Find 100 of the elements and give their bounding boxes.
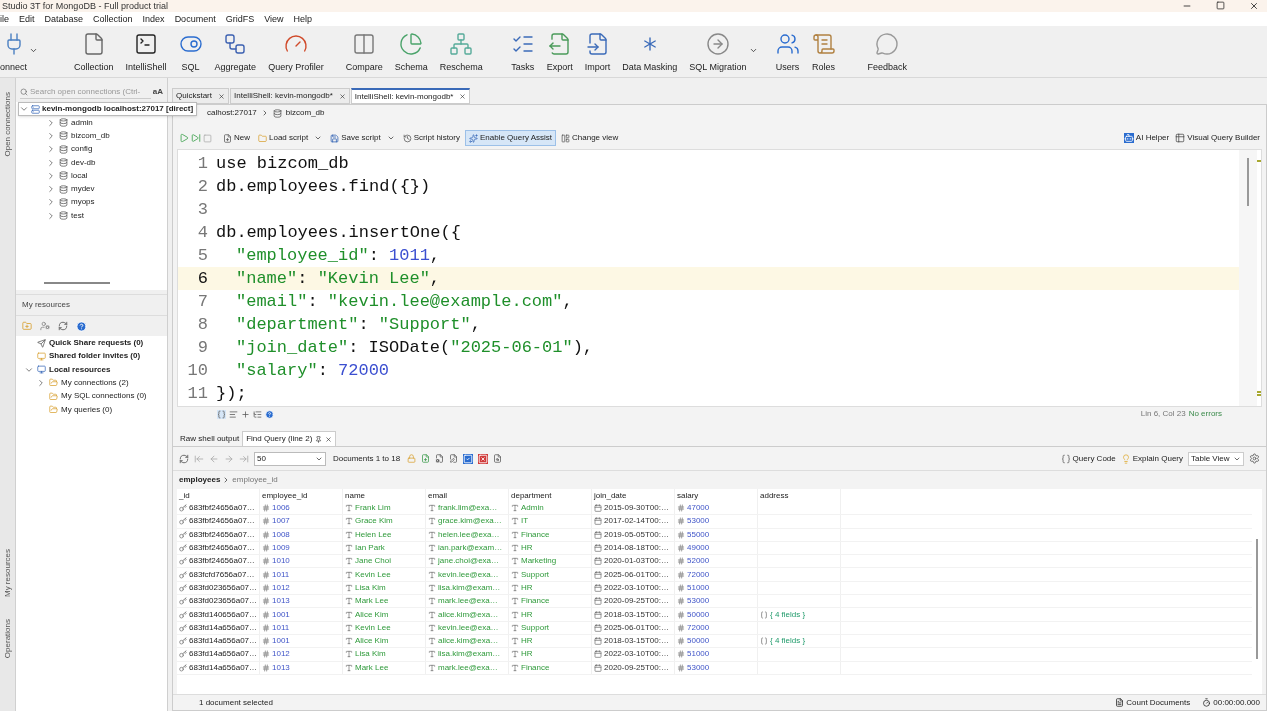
help-icon[interactable]: [76, 320, 87, 332]
chevron-right-icon[interactable]: [46, 117, 56, 128]
chevron-right-icon[interactable]: [46, 157, 56, 168]
tree-icon[interactable]: [253, 409, 262, 419]
resource-item[interactable]: Shared folder invites (0): [49, 350, 141, 363]
tree-item[interactable]: admin: [71, 116, 93, 129]
query-code-button[interactable]: Query Code: [1060, 452, 1116, 465]
menu-item[interactable]: View: [264, 13, 284, 25]
tree-item[interactable]: dev-db: [71, 156, 96, 169]
resource-item[interactable]: My SQL connections (0): [61, 390, 147, 403]
code-editor[interactable]: [177, 149, 1262, 407]
chevron-right-icon[interactable]: [46, 130, 56, 141]
menu-item[interactable]: Edit: [19, 13, 35, 25]
delete-icon[interactable]: [478, 453, 489, 464]
toolbar-button[interactable]: Tasks: [504, 32, 541, 75]
toolbar-button[interactable]: SQL Migration: [683, 32, 753, 75]
column-header[interactable]: join_date: [592, 489, 675, 502]
file-gear-icon[interactable]: [435, 454, 445, 463]
editor-toolbar-button[interactable]: New: [220, 130, 253, 146]
side-tab[interactable]: Open connections: [1, 92, 14, 157]
first-page-icon[interactable]: [194, 453, 204, 464]
menu-item[interactable]: Help: [293, 13, 313, 25]
braces-icon[interactable]: [217, 409, 226, 419]
tree-item[interactable]: bizcom_db: [71, 129, 110, 142]
dropdown-caret-icon[interactable]: [29, 46, 39, 55]
tree-item[interactable]: mydev: [71, 183, 95, 196]
visual-query-builder-button[interactable]: Visual Query Builder: [1175, 132, 1260, 144]
editor-toolbar-button[interactable]: Save script: [327, 130, 398, 146]
previous-page-icon[interactable]: [209, 453, 219, 464]
scroll-thumb[interactable]: [44, 282, 110, 285]
toolbar-button[interactable]: Users: [769, 32, 806, 75]
count-documents-button[interactable]: Count Documents: [1115, 696, 1191, 709]
chevron-right-icon[interactable]: [46, 144, 56, 155]
column-header[interactable]: name: [343, 489, 426, 502]
tab-label[interactable]: Find Query (line 2): [246, 433, 313, 445]
tree-item[interactable]: myops: [71, 196, 95, 209]
path-item[interactable]: employees: [179, 474, 221, 486]
checkbox-icon[interactable]: [463, 453, 474, 464]
search-field[interactable]: Search open connections (Ctrl-: [20, 85, 151, 99]
play-icon[interactable]: [179, 133, 189, 143]
editor-toolbar-button[interactable]: Script history: [399, 130, 463, 146]
toolbar-button[interactable]: Schema: [388, 32, 434, 75]
lock-icon[interactable]: [407, 454, 417, 463]
editor-toolbar-button[interactable]: Load script: [255, 130, 326, 146]
view-select[interactable]: Table View: [1188, 451, 1244, 466]
editor-tab[interactable]: Quickstart: [172, 88, 229, 104]
plus-icon[interactable]: [241, 409, 250, 419]
dropdown-caret-icon[interactable]: [386, 134, 395, 142]
tree-item[interactable]: test: [71, 209, 84, 222]
pin-icon[interactable]: [315, 435, 323, 443]
toolbar-button[interactable]: IntelliShell: [119, 32, 173, 75]
help-icon[interactable]: [265, 409, 274, 419]
toolbar-button[interactable]: SQL: [172, 32, 209, 75]
chevron-down-icon[interactable]: [19, 104, 29, 114]
resource-item[interactable]: Local resources: [49, 363, 111, 376]
last-page-icon[interactable]: [239, 453, 249, 464]
breadcrumb-item[interactable]: bizcom_db: [285, 107, 325, 119]
refresh-icon[interactable]: [58, 321, 68, 332]
chevron-right-icon[interactable]: [46, 170, 56, 181]
toolbar-button[interactable]: Feedback: [861, 32, 914, 75]
chevron-right-icon[interactable]: [36, 377, 46, 388]
column-header[interactable]: department: [509, 489, 592, 502]
resource-item[interactable]: Quick Share requests (0): [49, 337, 144, 349]
close-icon[interactable]: [1249, 1, 1259, 11]
maximize-icon[interactable]: [1216, 1, 1225, 10]
user-gear-icon[interactable]: [40, 321, 50, 332]
settings-icon[interactable]: [1249, 453, 1260, 464]
file-search-icon[interactable]: [493, 454, 503, 463]
breadcrumb-item[interactable]: calhost:27017: [207, 107, 257, 119]
toolbar-button[interactable]: Import: [578, 32, 617, 75]
connection-label[interactable]: kevin-mongodb localhost:27017 [direct]: [42, 103, 194, 115]
explain-query-button[interactable]: Explain Query: [1120, 452, 1183, 465]
edit-document-icon[interactable]: [449, 454, 459, 463]
menu-item[interactable]: Database: [44, 13, 84, 25]
close-icon[interactable]: [338, 92, 346, 100]
menu-item[interactable]: Collection: [93, 13, 133, 25]
step-forward-icon[interactable]: [191, 133, 201, 143]
menu-item[interactable]: GridFS: [225, 13, 255, 25]
toolbar-button[interactable]: Reschema: [433, 32, 489, 75]
page-size-select[interactable]: 50: [254, 451, 326, 466]
column-header[interactable]: salary: [675, 489, 758, 502]
toolbar-button[interactable]: Data Masking: [616, 32, 684, 75]
tab-label[interactable]: IntelliShell: kevin-mongodb*: [354, 90, 454, 103]
add-document-icon[interactable]: [421, 454, 431, 463]
editor-toolbar-button[interactable]: Enable Query Assist: [464, 130, 556, 146]
chevron-right-icon[interactable]: [46, 197, 56, 208]
toolbar-button[interactable]: Query Profiler: [262, 32, 330, 75]
chevron-right-icon[interactable]: [46, 210, 56, 221]
tree-item[interactable]: local: [71, 169, 88, 182]
close-icon[interactable]: [459, 93, 467, 100]
match-case-button[interactable]: aA: [152, 86, 163, 98]
column-header[interactable]: address: [758, 489, 841, 502]
editor-toolbar-button[interactable]: Change view: [558, 130, 622, 146]
side-tab[interactable]: My resources: [1, 548, 14, 597]
scroll-thumb[interactable]: [1256, 539, 1258, 659]
menu-item[interactable]: ile: [0, 13, 9, 25]
column-header[interactable]: employee_id: [260, 489, 343, 502]
tab-label[interactable]: IntelliShell: kevin-mongodb*: [234, 90, 333, 102]
tab-label[interactable]: Quickstart: [176, 90, 212, 102]
resource-item[interactable]: My connections (2): [61, 376, 129, 389]
